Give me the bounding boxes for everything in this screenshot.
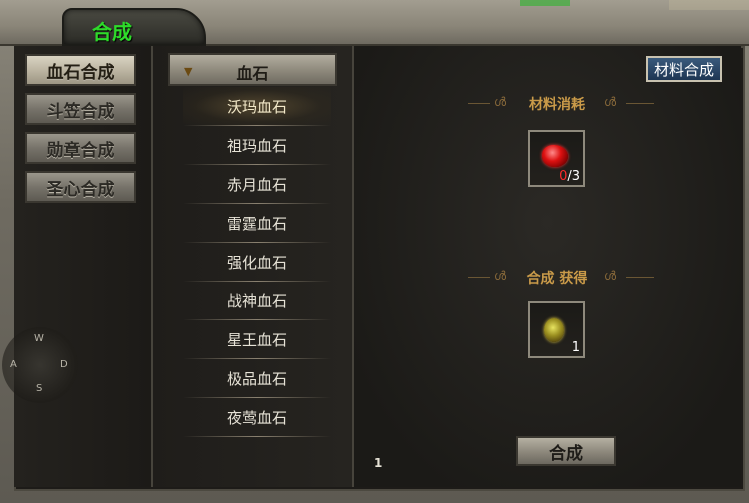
item-divider [183,436,331,437]
ornament-icon: ൾ [604,269,617,283]
category-medal-button[interactable]: 勋章合成 [25,132,136,164]
red-gem-icon [542,145,568,167]
material-need: /3 [567,169,580,184]
dropdown-selected-label: 血石 [236,64,269,83]
item-list-entry[interactable]: 星王血石 [183,320,331,358]
joystick-left-label: A [10,359,17,370]
material-synthesis-button[interactable]: 材料合成 [646,56,722,82]
materials-heading: 材料消耗 [529,97,585,113]
gold-stone-icon [544,318,564,342]
title-tab [62,8,206,46]
result-slot[interactable]: 1 [528,301,585,358]
material-count: 0/3 [559,169,580,184]
item-list-entry[interactable]: 雷霆血石 [183,204,331,242]
heading-line [626,277,654,278]
result-count: 1 [571,340,580,355]
joystick-down-label: S [36,383,43,394]
item-list-entry[interactable]: 极品血石 [183,359,331,397]
joystick-up-label: W [34,333,44,344]
material-slot[interactable]: 0/3 [528,130,585,187]
category-hat-button[interactable]: 斗笠合成 [25,93,136,125]
top-decoration [520,0,570,6]
item-list-entry[interactable]: 赤月血石 [183,165,331,203]
compose-button[interactable]: 合成 [516,436,616,466]
item-list-entry[interactable]: 战神血石 [183,281,331,319]
item-list-entry[interactable]: 夜莺血石 [183,398,331,436]
item-list-entry[interactable]: 强化血石 [183,243,331,281]
item-list-entry[interactable]: 祖玛血石 [183,126,331,164]
window-title: 合成 [92,20,132,44]
ornament-icon: ൾ [604,95,617,109]
item-list-entry-selected[interactable]: 沃玛血石 [183,87,331,125]
joystick-right-label: D [60,359,68,370]
top-decoration-right [669,0,749,10]
item-type-dropdown[interactable]: ▼ 血石 [168,53,337,86]
category-holy-heart-button[interactable]: 圣心合成 [25,171,136,203]
heading-line [626,103,654,104]
category-blood-stone-button[interactable]: 血石合成 [25,54,136,86]
virtual-joystick[interactable]: W A D S [2,327,78,403]
page-number: 1 [374,456,383,470]
result-heading: 合成 获得 [526,271,588,287]
